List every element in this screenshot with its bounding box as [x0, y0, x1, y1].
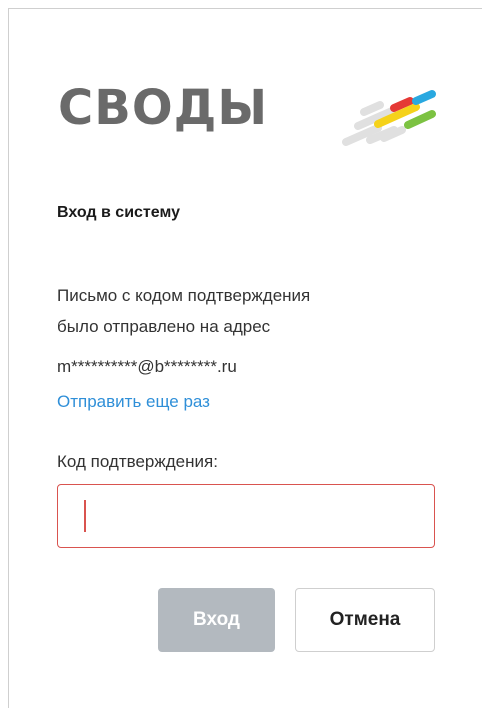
logo-stripes-icon	[342, 90, 436, 146]
text-caret	[84, 500, 86, 532]
cancel-button[interactable]: Отмена	[295, 588, 435, 652]
logo: СВОДЫ	[58, 78, 448, 158]
confirmation-message-line1: Письмо с кодом подтверждения	[57, 286, 311, 305]
confirmation-message-line2: было отправлено на адрес	[57, 317, 271, 336]
resend-code-link[interactable]: Отправить еще раз	[57, 392, 210, 412]
logo-text: СВОДЫ	[58, 80, 269, 136]
login-button[interactable]: Вход	[158, 588, 275, 652]
confirmation-message: Письмо с кодом подтверждения было отправ…	[57, 280, 437, 342]
code-field-label: Код подтверждения:	[57, 452, 218, 471]
confirmation-code-input[interactable]	[57, 484, 435, 548]
page-title: Вход в систему	[57, 204, 180, 221]
masked-email: m**********@b********.ru	[57, 357, 237, 376]
